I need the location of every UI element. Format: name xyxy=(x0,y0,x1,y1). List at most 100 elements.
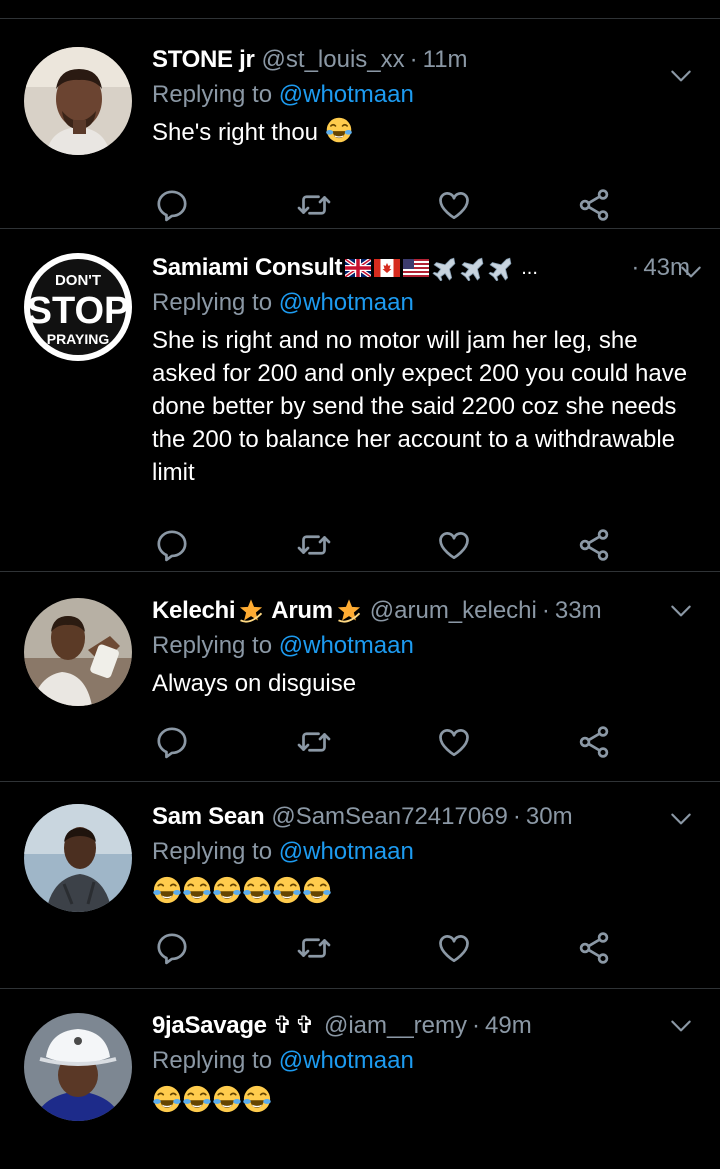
tweet-text: She is right and no motor will jam her l… xyxy=(152,327,688,486)
tweet[interactable]: Sam Sean @SamSean72417069 · 30m Replying… xyxy=(0,782,720,989)
timestamp[interactable]: 49m xyxy=(485,1011,532,1041)
tweet-header: 9jaSavage ✞✞ @iam__remy · 49m xyxy=(152,1011,690,1041)
tweet-header: STONE jr @st_louis_xx · 11m xyxy=(152,45,690,75)
top-divider xyxy=(0,0,720,19)
separator: · xyxy=(541,597,550,624)
tweet[interactable]: 9jaSavage ✞✞ @iam__remy · 49m Replying t… xyxy=(0,989,720,1169)
chevron-down-icon[interactable] xyxy=(668,1013,694,1039)
chevron-down-icon[interactable] xyxy=(668,806,694,832)
share-icon[interactable] xyxy=(576,187,612,223)
tweet-actions xyxy=(152,527,622,563)
replying-to: Replying to @whotmaan xyxy=(152,1046,690,1076)
tweet[interactable]: Kelechi Arum @arum_kelechi · 33m Replyin… xyxy=(0,572,720,782)
display-name-second[interactable]: Arum xyxy=(271,596,333,626)
like-icon[interactable] xyxy=(436,527,472,563)
avatar[interactable] xyxy=(24,598,132,706)
like-icon[interactable] xyxy=(436,187,472,223)
dizzy-star-icon xyxy=(335,597,363,625)
avatar[interactable]: DON'T STOP PRAYING xyxy=(24,253,132,361)
chevron-down-icon[interactable] xyxy=(668,63,694,89)
us-flag-icon xyxy=(403,259,430,277)
display-name-first[interactable]: Kelechi xyxy=(152,596,236,626)
share-icon[interactable] xyxy=(576,527,612,563)
tweet-emoji-row xyxy=(152,1084,690,1119)
tweet-body: Samiami Consult ... · 43m Replying to @w… xyxy=(152,253,690,489)
joy-emoji-icon xyxy=(182,1084,212,1114)
tweet[interactable]: DON'T STOP PRAYING Samiami Consult ... ·… xyxy=(0,229,720,572)
mention-link[interactable]: @whotmaan xyxy=(279,81,414,108)
separator: · xyxy=(512,803,521,830)
reply-icon[interactable] xyxy=(154,724,190,760)
uk-flag-icon xyxy=(345,259,372,277)
chevron-down-icon[interactable] xyxy=(678,259,704,285)
mention-link[interactable]: @whotmaan xyxy=(279,1047,414,1074)
avatar[interactable] xyxy=(24,47,132,155)
retweet-icon[interactable] xyxy=(296,527,332,563)
user-handle[interactable]: @SamSean72417069 xyxy=(271,802,508,832)
timestamp[interactable]: 30m xyxy=(526,802,573,832)
user-handle[interactable]: @arum_kelechi xyxy=(370,596,537,626)
separator: · xyxy=(472,1012,481,1039)
retweet-icon[interactable] xyxy=(296,187,332,223)
tweet-body: Kelechi Arum @arum_kelechi · 33m Replyin… xyxy=(152,596,690,700)
display-name[interactable]: Samiami Consult xyxy=(152,253,343,283)
mention-link[interactable]: @whotmaan xyxy=(279,632,414,659)
tweet-text: She's right thou xyxy=(152,116,690,149)
avatar-line2: STOP xyxy=(27,290,130,332)
user-handle[interactable]: @iam__remy xyxy=(324,1011,467,1041)
airplane-icon xyxy=(431,255,457,281)
reply-icon[interactable] xyxy=(154,187,190,223)
timestamp[interactable]: 33m xyxy=(555,596,602,626)
joy-emoji-icon xyxy=(152,1084,182,1114)
display-name[interactable]: STONE jr xyxy=(152,45,255,75)
like-icon[interactable] xyxy=(436,724,472,760)
chevron-down-icon[interactable] xyxy=(668,598,694,624)
retweet-icon[interactable] xyxy=(296,724,332,760)
reply-icon[interactable] xyxy=(154,527,190,563)
replying-label: Replying to xyxy=(152,838,273,865)
mention-link[interactable]: @whotmaan xyxy=(279,289,414,316)
tweet-actions xyxy=(152,187,622,223)
replying-label: Replying to xyxy=(152,81,273,108)
like-icon[interactable] xyxy=(436,930,472,966)
tweet-body: Sam Sean @SamSean72417069 · 30m Replying… xyxy=(152,802,690,910)
mention-link[interactable]: @whotmaan xyxy=(279,838,414,865)
tweet-text-content: She's right thou xyxy=(152,119,319,146)
reply-icon[interactable] xyxy=(154,930,190,966)
replying-to: Replying to @whotmaan xyxy=(152,80,690,110)
avatar[interactable] xyxy=(24,1013,132,1121)
replying-to: Replying to @whotmaan xyxy=(152,288,690,318)
joy-emoji-icon xyxy=(242,1084,272,1114)
user-handle[interactable]: @st_louis_xx xyxy=(262,45,405,75)
replying-label: Replying to xyxy=(152,1047,273,1074)
joy-emoji-icon xyxy=(212,875,242,905)
joy-emoji-icon xyxy=(325,116,353,144)
timestamp[interactable]: 11m xyxy=(423,45,468,75)
display-name[interactable]: Sam Sean xyxy=(152,802,265,832)
name-ellipsis: ... xyxy=(521,257,538,279)
joy-emoji-icon xyxy=(302,875,332,905)
joy-emoji-icon xyxy=(272,875,302,905)
share-icon[interactable] xyxy=(576,930,612,966)
tweet[interactable]: STONE jr @st_louis_xx · 11m Replying to … xyxy=(0,19,720,229)
replying-to: Replying to @whotmaan xyxy=(152,837,690,867)
separator: · xyxy=(409,46,418,73)
canada-flag-icon xyxy=(374,259,401,277)
tweet-body: 9jaSavage ✞✞ @iam__remy · 49m Replying t… xyxy=(152,1011,690,1119)
joy-emoji-icon xyxy=(212,1084,242,1114)
display-name[interactable]: 9jaSavage xyxy=(152,1011,267,1041)
retweet-icon[interactable] xyxy=(296,930,332,966)
replying-label: Replying to xyxy=(152,632,273,659)
airplane-icon xyxy=(487,255,513,281)
joy-emoji-icon xyxy=(242,875,272,905)
tweet-text: Always on disguise xyxy=(152,670,357,697)
airplane-icon xyxy=(459,255,485,281)
dizzy-star-icon xyxy=(237,597,265,625)
replying-to: Replying to @whotmaan xyxy=(152,631,690,661)
tweet-header: Kelechi Arum @arum_kelechi · 33m xyxy=(152,596,690,626)
avatar[interactable] xyxy=(24,804,132,912)
name-cross-symbols: ✞✞ xyxy=(272,1012,317,1039)
tweet-header: Sam Sean @SamSean72417069 · 30m xyxy=(152,802,690,832)
share-icon[interactable] xyxy=(576,724,612,760)
tweet-actions xyxy=(152,930,622,966)
